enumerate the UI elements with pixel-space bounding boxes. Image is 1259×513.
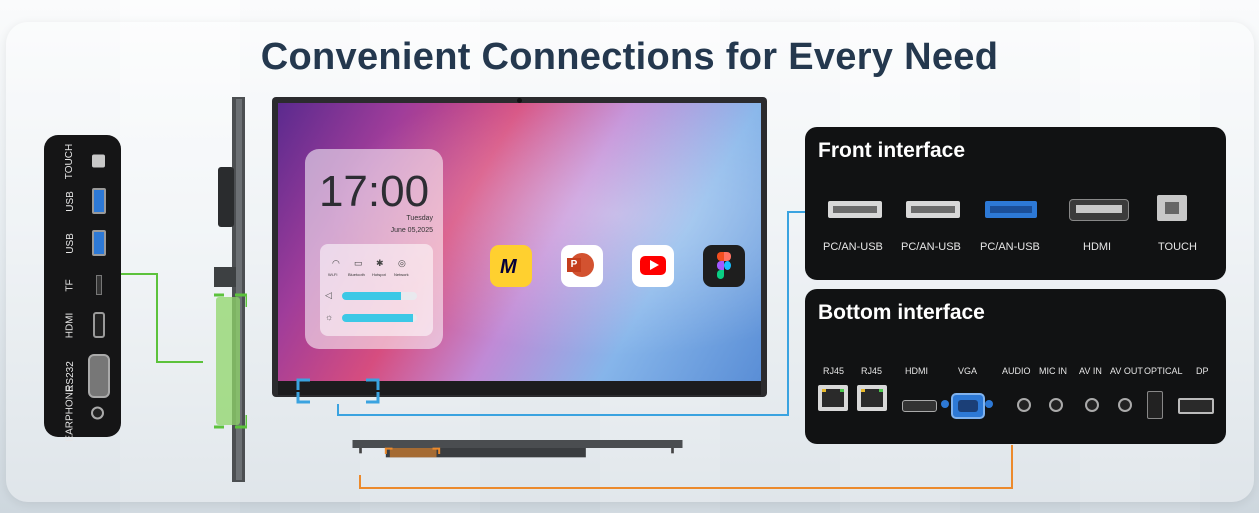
hotspot-icon[interactable]: ✱ <box>376 258 384 269</box>
bluetooth-icon[interactable]: ▭ <box>354 258 363 269</box>
side-port-touch: TOUCH <box>44 141 121 181</box>
front-port-label: PC/AN-USB <box>980 241 1040 253</box>
clock-time: 17:00 <box>318 167 430 216</box>
bottom-port-label: OPTICAL <box>1144 366 1183 376</box>
displayport-icon <box>1178 398 1214 414</box>
quick-controls: ◠ ▭ ✱ ◎ Wi-Fi Bluetooth Hotspot Network … <box>320 244 433 336</box>
usb-a-port-icon <box>828 201 882 218</box>
hotspot-label: Hotspot <box>372 272 386 277</box>
volume-slider[interactable] <box>342 292 417 300</box>
front-port-label: PC/AN-USB <box>901 241 961 253</box>
brightness-icon: ☼ <box>325 312 334 322</box>
front-port-label: HDMI <box>1083 241 1112 253</box>
bottom-port-label: RJ45 <box>823 366 845 376</box>
display-screen: 17:00 Tuesday June 05,2025 ◠ ▭ ✱ ◎ Wi-Fi… <box>278 103 761 381</box>
vga-screw-icon <box>941 400 949 408</box>
usb-b-port-icon <box>1157 195 1187 221</box>
side-port-usb-2: USB <box>44 223 121 263</box>
powerpoint-icon[interactable]: P <box>561 245 603 287</box>
side-connector-line <box>121 273 203 363</box>
side-port-tf: TF <box>44 265 121 305</box>
bottom-port-label: VGA <box>958 366 978 376</box>
display-side-view <box>214 97 247 482</box>
clock-date: June 05,2025 <box>390 227 433 234</box>
side-port-label: TF <box>64 278 76 292</box>
brightness-slider[interactable] <box>342 314 417 322</box>
usb-3-port-icon <box>985 201 1037 218</box>
bottom-port-label: DP <box>1196 366 1209 376</box>
bottom-port-label: RJ45 <box>861 366 883 376</box>
hdmi-port-icon <box>1069 199 1129 221</box>
side-port-label: EARPHONE <box>64 384 76 442</box>
bottom-interface-panel: Bottom interface RJ45 RJ45 HDMI VGA AUDI… <box>805 289 1226 444</box>
figma-icon[interactable] <box>703 245 745 287</box>
usb-a-port-icon <box>906 201 960 218</box>
optical-port-icon <box>1147 391 1163 419</box>
usb-a-port-icon <box>92 230 106 256</box>
tf-slot-icon <box>96 275 102 295</box>
bottom-interface-title: Bottom interface <box>818 301 985 324</box>
side-port-label: USB <box>64 232 76 254</box>
side-port-earphone: EARPHONE <box>44 385 121 441</box>
rj45-port-icon <box>857 385 887 411</box>
front-interface-highlight <box>296 378 380 404</box>
usb-b-port-icon <box>92 154 105 168</box>
bottom-port-label: AV OUT <box>1110 366 1143 376</box>
side-port-hdmi: HDMI <box>44 305 121 345</box>
bluetooth-label: Bluetooth <box>348 272 365 277</box>
hdmi-port-icon <box>902 400 937 412</box>
side-port-label: HDMI <box>64 312 76 338</box>
youtube-icon[interactable] <box>632 245 674 287</box>
vga-screw-icon <box>985 400 993 408</box>
earphone-jack-icon <box>91 406 104 420</box>
display-bottom-view <box>352 440 683 458</box>
front-interface-title: Front interface <box>818 139 966 162</box>
front-port-label: TOUCH <box>1158 241 1197 253</box>
clock-day: Tuesday <box>406 215 433 222</box>
miro-icon[interactable]: M <box>490 245 532 287</box>
wifi-label: Wi-Fi <box>328 272 338 277</box>
side-port-label: TOUCH <box>64 143 76 179</box>
clock-widget: 17:00 Tuesday June 05,2025 ◠ ▭ ✱ ◎ Wi-Fi… <box>305 149 443 349</box>
bottom-port-label: AV IN <box>1079 366 1102 376</box>
rj45-port-icon <box>818 385 848 411</box>
front-port-label: PC/AN-USB <box>823 241 883 253</box>
usb-a-port-icon <box>92 188 106 214</box>
side-port-panel: TOUCH USB USB TF HDMI RS232 EARPHONE <box>44 135 121 441</box>
av-in-jack-icon <box>1085 398 1099 412</box>
vga-port-icon <box>951 393 985 419</box>
side-port-usb-1: USB <box>44 181 121 221</box>
bottom-port-label: MIC IN <box>1039 366 1067 376</box>
wifi-icon[interactable]: ◠ <box>332 258 340 269</box>
bottom-port-label: AUDIO <box>1002 366 1031 376</box>
side-port-label: USB <box>64 190 76 212</box>
network-icon[interactable]: ◎ <box>398 258 406 269</box>
network-label: Network <box>394 272 409 277</box>
hdmi-port-icon <box>93 312 105 338</box>
mic-in-jack-icon <box>1049 398 1063 412</box>
front-interface-panel: Front interface PC/AN-USB PC/AN-USB PC/A… <box>805 127 1226 280</box>
bottom-port-label: HDMI <box>905 366 928 376</box>
display-front-view: 17:00 Tuesday June 05,2025 ◠ ▭ ✱ ◎ Wi-Fi… <box>272 97 767 404</box>
volume-icon: ◁ <box>325 290 332 300</box>
audio-jack-icon <box>1017 398 1031 412</box>
av-out-jack-icon <box>1118 398 1132 412</box>
